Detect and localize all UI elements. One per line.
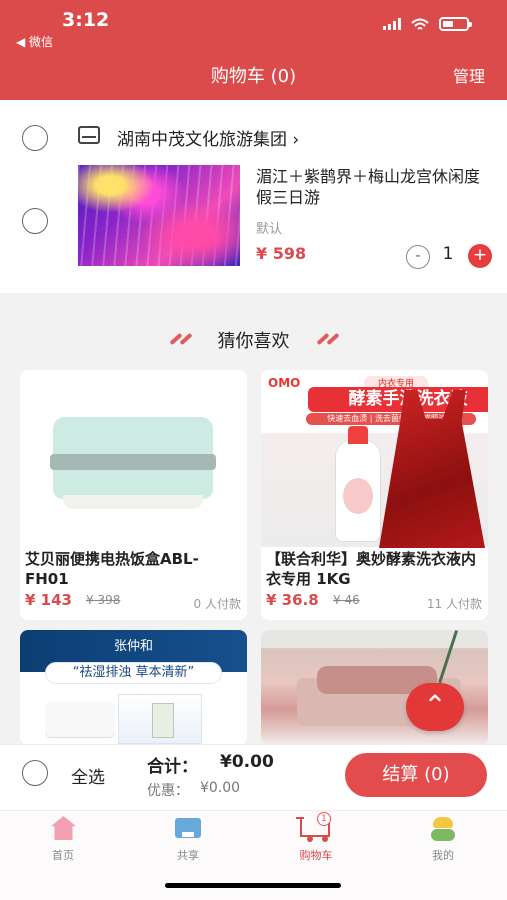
cart-badge: 1: [317, 812, 331, 826]
profile-icon: [431, 817, 455, 841]
product-name: 艾贝丽便携电热饭盒ABL-FH01: [25, 550, 199, 588]
lunchbox-product-image: [50, 417, 216, 509]
back-to-wechat[interactable]: ◀ 微信: [16, 33, 53, 50]
status-icons: [383, 17, 472, 31]
cart-item-price: ¥ 598: [256, 244, 307, 263]
discount-amount: ¥0.00: [200, 780, 241, 796]
discount-label: 优惠：: [147, 783, 189, 799]
detergent-bottle-image: [335, 426, 381, 542]
recommend-title: 猜你喜欢: [217, 331, 290, 352]
tab-label: 我的: [432, 849, 454, 862]
chevron-right-icon: ›: [292, 130, 300, 150]
page-title: 购物车 (0): [210, 66, 297, 87]
product-name: 【联合利华】奥妙酵素洗衣液内衣专用 1KG: [266, 550, 477, 588]
shop-icon: [78, 126, 100, 144]
tab-cart[interactable]: 1 购物车: [276, 812, 356, 874]
shop-name[interactable]: 湖南中茂文化旅游集团 ›: [117, 125, 299, 150]
tab-me[interactable]: 我的: [403, 816, 483, 874]
share-icon: [175, 818, 201, 838]
signal-icon: [383, 18, 401, 30]
cart-item-variant: 默认: [256, 222, 283, 237]
wifi-icon: [411, 18, 429, 30]
tab-label: 购物车: [299, 849, 333, 862]
tab-label: 首页: [52, 849, 74, 862]
cloth-image: [45, 701, 115, 737]
tab-share[interactable]: 共享: [148, 816, 228, 874]
battery-icon: [439, 17, 472, 31]
select-all-radio[interactable]: [22, 760, 48, 786]
recommend-card-lunchbox[interactable]: 艾贝丽便携电热饭盒ABL-FH01 ¥ 143 ¥ 398 0 人付款: [20, 370, 247, 620]
herbal-brand: 张仲和: [113, 639, 153, 654]
quantity-value: 1: [442, 244, 454, 264]
sales-count: 11 人付款: [426, 597, 482, 611]
recommend-card-herbal[interactable]: 张仲和 “祛湿排浊 草本清新”: [20, 630, 247, 745]
total-label: 合计：: [147, 757, 198, 777]
omo-brand: OMO: [268, 376, 301, 390]
status-time: 3:12: [62, 9, 110, 31]
product-price: ¥ 36.8: [266, 591, 319, 609]
total-amount: ¥0.00: [220, 752, 274, 772]
checkout-button[interactable]: 结算 (0): [345, 753, 487, 797]
home-indicator: [165, 883, 341, 888]
shop-select-radio[interactable]: [22, 125, 48, 151]
quantity-decrease-button[interactable]: -: [406, 245, 430, 269]
decor-spark-right: [316, 332, 342, 346]
quantity-increase-button[interactable]: +: [468, 244, 492, 268]
home-icon: [51, 816, 76, 840]
scroll-top-icon[interactable]: ⌃: [406, 683, 464, 731]
app-header: 3:12 ◀ 微信 购物车 (0) 管理: [0, 0, 507, 100]
select-all-label[interactable]: 全选: [71, 763, 105, 788]
tab-home[interactable]: 首页: [23, 816, 103, 874]
item-select-radio[interactable]: [22, 208, 48, 234]
manage-button[interactable]: 管理: [453, 63, 485, 87]
old-price: ¥ 46: [333, 593, 360, 607]
tab-label: 共享: [177, 849, 199, 862]
recommend-card-detergent[interactable]: OMO 内衣专用 酵素手洗洗衣液 快速去血渍 | 洗去菌螨 | 敏感肌适用 【联…: [261, 370, 488, 620]
sales-count: 0 人付款: [193, 597, 241, 611]
herbal-slogan: “祛湿排浊 草本清新”: [45, 662, 222, 684]
cart-item-title[interactable]: 湄江＋紫鹊界＋梅山龙宫休闲度假三日游: [256, 166, 486, 208]
herbal-box-image: [118, 694, 202, 744]
product-price: ¥ 143: [25, 591, 72, 609]
old-price: ¥ 398: [86, 593, 121, 607]
tour-product-image[interactable]: [78, 165, 240, 266]
